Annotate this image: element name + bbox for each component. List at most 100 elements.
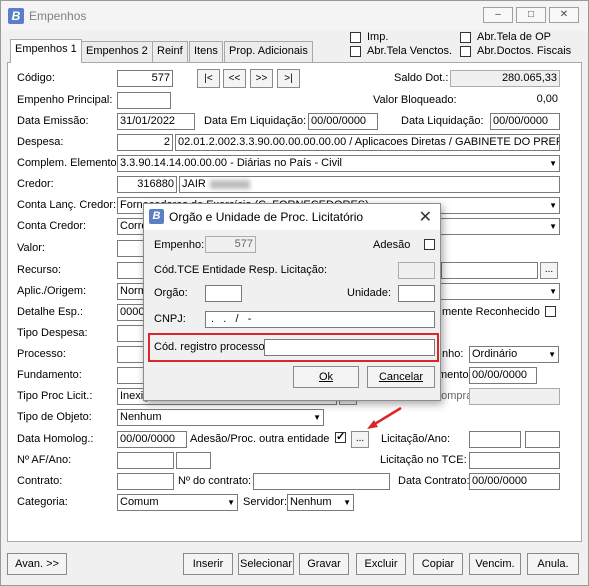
data-homolog-label: Data Homolog.: — [17, 433, 94, 445]
reconhecido-checkbox[interactable] — [545, 306, 556, 317]
conta-lanc-credor-label: Conta Lanç. Credor: — [17, 199, 117, 211]
despesa-desc-field[interactable]: 02.01.2.002.3.3.90.00.00.00.00.00 / Apli… — [175, 134, 560, 151]
credor-code-field[interactable]: 316880 — [117, 176, 177, 193]
chevron-down-icon: ▼ — [548, 350, 556, 359]
chevron-down-icon: ▼ — [549, 222, 557, 231]
unidade-label: Unidade: — [347, 287, 392, 299]
close-icon[interactable]: ✕ — [419, 207, 432, 227]
minimize-button[interactable]: – — [483, 7, 513, 23]
af-field[interactable] — [117, 452, 174, 469]
complem-elemento-select[interactable]: 3.3.90.14.14.00.00.00 - Diárias no País … — [117, 155, 560, 172]
af-ano-field[interactable] — [176, 452, 211, 469]
licitacao-field[interactable] — [469, 431, 521, 448]
dialog-adesao-label: Adesão — [373, 239, 411, 251]
saldo-dot-field: 280.065,33 — [450, 70, 560, 87]
orgao-unidade-dialog: B Orgão e Unidade de Proc. Licitatório ✕… — [143, 203, 441, 401]
licitacao-ano-label: Licitação/Ano: — [381, 433, 451, 445]
valor-bloqueado-value: 0,00 — [458, 92, 560, 109]
gravar-button[interactable]: Gravar — [299, 553, 349, 575]
tipo-objeto-label: Tipo de Objeto: — [17, 411, 92, 423]
avancado-button[interactable]: Avan. >> — [7, 553, 67, 575]
servidor-label: Servidor: — [243, 496, 288, 508]
doctos-fiscais-checkbox[interactable] — [460, 46, 471, 57]
licitacao-tce-label: Licitação no TCE: — [380, 454, 467, 466]
servidor-select[interactable]: Nenhum ▼ — [287, 494, 354, 511]
n-contrato-field[interactable] — [253, 473, 390, 490]
first-record-button[interactable]: |< — [197, 69, 220, 88]
cod-tce-field — [398, 262, 435, 279]
copiar-button[interactable]: Copiar — [413, 553, 463, 575]
licitacao-ano-field[interactable] — [525, 431, 560, 448]
mento-label: mento: — [438, 369, 472, 381]
ok-button[interactable]: Ok — [293, 366, 359, 388]
title-bar: B Empenhos – □ ✕ — [1, 1, 588, 31]
tab-empenhos-1[interactable]: Empenhos 1 — [10, 39, 82, 63]
maximize-button[interactable]: □ — [516, 7, 546, 23]
adesao-proc-label: Adesão/Proc. outra entidade — [190, 433, 330, 445]
data-em-liquidacao-field[interactable]: 00/00/0000 — [308, 113, 378, 130]
tab-itens[interactable]: Itens — [189, 41, 223, 62]
dialog-title: Orgão e Unidade de Proc. Licitatório — [169, 210, 364, 224]
codigo-field[interactable]: 577 — [117, 70, 173, 87]
excluir-button[interactable]: Excluir — [356, 553, 406, 575]
selecionar-button[interactable]: Selecionar — [238, 553, 294, 575]
tela-op-checkbox[interactable] — [460, 32, 471, 43]
dialog-empenho-field: 577 — [205, 236, 256, 253]
despesa-code-field[interactable]: 2 — [117, 134, 173, 151]
chevron-down-icon: ▼ — [343, 498, 351, 507]
dialog-adesao-checkbox[interactable] — [424, 239, 435, 250]
af-ano-label: Nº AF/Ano: — [17, 454, 72, 466]
close-window-button[interactable]: ✕ — [549, 7, 579, 23]
prev-record-button[interactable]: << — [223, 69, 246, 88]
cnpj-field[interactable]: . . / - — [205, 311, 435, 328]
recurso-desc-field[interactable] — [441, 262, 538, 279]
tela-vencto-checkbox[interactable] — [350, 46, 361, 57]
unidade-field[interactable] — [398, 285, 435, 302]
cancelar-button[interactable]: Cancelar — [367, 366, 435, 388]
orgao-field[interactable] — [205, 285, 242, 302]
app-logo-icon: B — [8, 8, 24, 24]
dialog-empenho-label: Empenho: — [154, 239, 205, 251]
tipo-objeto-select[interactable]: Nenhum ▼ — [117, 409, 324, 426]
data-homolog-field[interactable]: 00/00/0000 — [117, 431, 187, 448]
empenho-principal-label: Empenho Principal: — [17, 94, 113, 106]
tela-op-label: Abr.Tela de OP — [477, 31, 551, 43]
last-record-button[interactable]: >| — [277, 69, 300, 88]
categoria-select[interactable]: Comum ▼ — [117, 494, 238, 511]
chevron-down-icon: ▼ — [549, 159, 557, 168]
mento-date-field[interactable]: 00/00/0000 — [469, 367, 537, 384]
licitacao-tce-field[interactable] — [469, 452, 560, 469]
tab-empenhos-2[interactable]: Empenhos 2 — [81, 41, 153, 62]
tab-reinf[interactable]: Reinf — [152, 41, 188, 62]
complem-elemento-label: Complem. Elemento: — [17, 157, 120, 169]
data-emissao-label: Data Emissão: — [17, 115, 89, 127]
dialog-title-bar: B Orgão e Unidade de Proc. Licitatório ✕ — [144, 204, 440, 230]
data-contrato-field[interactable]: 00/00/0000 — [469, 473, 560, 490]
complem-elemento-value: 3.3.90.14.14.00.00.00 - Diárias no País … — [120, 157, 342, 169]
tipo-objeto-value: Nenhum — [120, 411, 162, 423]
empenho-principal-field[interactable] — [117, 92, 171, 109]
data-emissao-field[interactable]: 31/01/2022 — [117, 113, 195, 130]
ordenamento-select[interactable]: Ordinário ▼ — [469, 346, 559, 363]
inserir-button[interactable]: Inserir — [183, 553, 233, 575]
credor-name-field[interactable]: JAIR — [179, 176, 560, 193]
categoria-label: Categoria: — [17, 496, 68, 508]
data-liquidacao-field[interactable]: 00/00/0000 — [490, 113, 560, 130]
cancelar-label: Cancelar — [378, 371, 424, 383]
detalhe-esp-label: Detalhe Esp.: — [17, 306, 84, 318]
anula-button[interactable]: Anula. — [527, 553, 579, 575]
adesao-proc-checkbox[interactable] — [335, 430, 346, 443]
ok-label: Ok — [318, 371, 334, 383]
n-contrato-label: Nº do contrato: — [178, 475, 252, 487]
data-em-liquidacao-label: Data Em Liquidação: — [204, 115, 307, 127]
valor-label: Valor: — [17, 242, 45, 254]
chevron-down-icon: ▼ — [549, 287, 557, 296]
adesao-proc-lookup-button[interactable]: ... — [351, 431, 369, 448]
contrato-field[interactable] — [117, 473, 174, 490]
next-record-button[interactable]: >> — [250, 69, 273, 88]
tab-prop-adicionais[interactable]: Prop. Adicionais — [224, 41, 313, 62]
categoria-value: Comum — [120, 496, 159, 508]
vencim-button[interactable]: Vencim. — [469, 553, 521, 575]
recurso-lookup-button[interactable]: ... — [540, 262, 558, 279]
imp-checkbox[interactable] — [350, 32, 361, 43]
